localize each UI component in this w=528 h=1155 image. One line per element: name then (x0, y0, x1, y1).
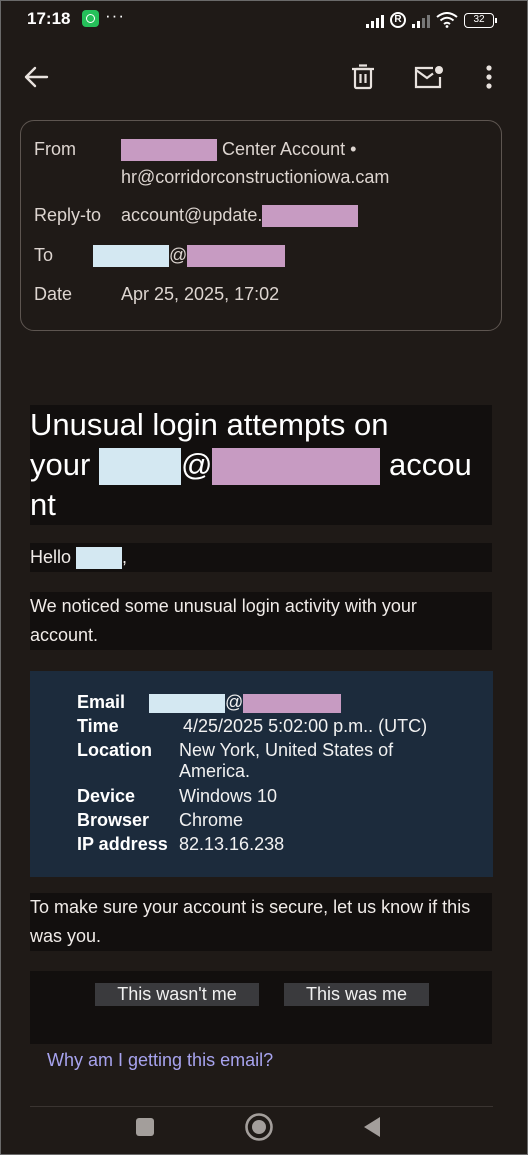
actions-background (30, 971, 492, 1044)
app-bar (0, 40, 528, 118)
detail-time-value: 4/25/2025 5:02:00 p.m.. (UTC) (183, 716, 428, 736)
to-value[interactable]: @ (93, 245, 286, 268)
detail-time-label: Time (77, 716, 119, 736)
headline-line-1: Unusual login attempts on (30, 407, 389, 442)
detail-location-line-2: America. (179, 761, 251, 781)
detail-device-value: Windows 10 (179, 786, 278, 806)
reply-to-text: account@update. (121, 205, 263, 225)
to-at: @ (169, 245, 188, 265)
back-button[interactable] (14, 40, 58, 114)
date-label: Date (34, 284, 73, 304)
delete-button[interactable] (341, 40, 385, 114)
detail-email-label: Email (77, 692, 126, 712)
redacted-headline-domain (212, 448, 381, 486)
detail-location-line-1: New York, United States of (179, 740, 394, 760)
redacted-recipient-domain (187, 245, 286, 268)
from-label: From (34, 139, 76, 159)
this-was-me-button[interactable]: This was me (284, 983, 429, 1006)
from-email[interactable]: hr@corridorconstructioniowa.cam (121, 167, 389, 188)
why-am-i-getting-this-link[interactable]: Why am I getting this email? (47, 1050, 273, 1071)
whatsapp-icon (82, 10, 99, 27)
redacted-headline-user (98, 448, 181, 486)
email-headline: Unusual login attempts on your @ accou n… (30, 405, 492, 525)
recents-square-icon (136, 1118, 154, 1136)
more-vert-icon (486, 65, 492, 89)
home-circle-icon (245, 1113, 273, 1141)
redacted-detail-domain (243, 693, 342, 713)
back-triangle-icon (364, 1117, 380, 1137)
headline-line-2: your @ accou (30, 445, 492, 486)
recents-button[interactable] (123, 1110, 167, 1144)
greeting: Hello , (30, 543, 127, 572)
detail-device-label: Device (77, 786, 136, 806)
from-name-suffix: Center Account • (222, 139, 357, 159)
battery-icon: 32 (464, 13, 497, 28)
mark-unread-button[interactable] (406, 40, 450, 114)
detail-ip-label: IP address (77, 834, 168, 854)
nav-divider (30, 1106, 493, 1107)
date-value: Apr 25, 2025, 17:02 (121, 284, 280, 304)
login-details-box: Email @ Time 4/25/2025 5:02:00 p.m.. (UT… (30, 671, 493, 877)
verification-prompt: To make sure your account is secure, let… (30, 897, 471, 946)
more-notifications-icon: ··· (105, 6, 125, 25)
headline-at: @ (180, 447, 213, 482)
detail-email-at: @ (225, 692, 244, 712)
intro-text: We noticed some unusual login activity w… (30, 596, 417, 645)
headline-accou: accou (389, 447, 472, 482)
status-time: 17:18 (27, 9, 71, 28)
status-bar: 17:18 ··· R 32 (0, 0, 528, 40)
redacted-detail-user (149, 693, 225, 713)
headline-line-3: nt (30, 487, 56, 523)
reply-to-value[interactable]: account@update. (121, 205, 359, 228)
delete-icon (352, 64, 374, 90)
wifi-icon (436, 12, 458, 28)
more-options-button[interactable] (467, 40, 511, 114)
redacted-greeting-name (76, 547, 123, 570)
detail-email-value: @ (149, 692, 342, 713)
redacted-sender-name (121, 139, 217, 162)
signal-icon (412, 14, 430, 28)
headline-your: your (30, 447, 91, 482)
roaming-icon: R (390, 12, 406, 28)
to-label: To (34, 245, 54, 265)
from-name: Center Account • (121, 139, 357, 162)
signal-icon (366, 14, 384, 28)
home-button[interactable] (237, 1110, 281, 1144)
mark-unread-icon (414, 66, 443, 89)
greeting-comma: , (122, 547, 128, 567)
this-wasnt-me-button[interactable]: This wasn't me (95, 983, 259, 1006)
greeting-hello: Hello (30, 547, 72, 567)
status-icons: R 32 (366, 10, 497, 28)
detail-location-label: Location (77, 740, 152, 760)
back-arrow-icon (24, 66, 49, 88)
nav-back-button[interactable] (350, 1110, 394, 1144)
email-header-details: From Center Account • hr@corridorconstru… (20, 120, 502, 331)
redacted-recipient-user (93, 245, 169, 268)
reply-to-label: Reply-to (34, 205, 102, 225)
detail-browser-label: Browser (77, 810, 150, 830)
detail-ip-value: 82.13.16.238 (179, 834, 285, 854)
detail-browser-value: Chrome (179, 810, 244, 830)
redacted-reply-domain (262, 205, 359, 228)
